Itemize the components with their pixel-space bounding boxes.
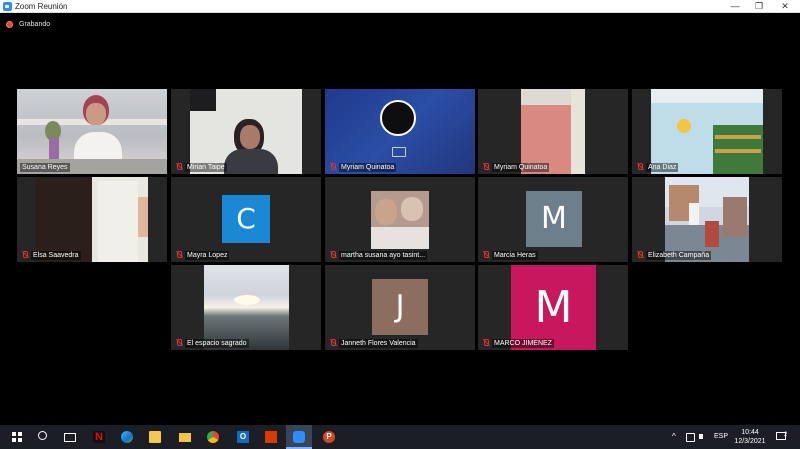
participant-video	[521, 89, 585, 174]
avatar: J	[372, 279, 428, 335]
task-view-icon	[64, 433, 76, 442]
participant-tile[interactable]: martha susana ayo tasint...	[325, 177, 475, 262]
participant-video	[665, 177, 749, 262]
clock-time: 10:44	[741, 429, 759, 436]
window-titlebar: Zoom Reunión — ❐ ✕	[0, 0, 800, 13]
clock-date: 12/3/2021	[734, 438, 766, 445]
recording-label: Grabando	[19, 21, 51, 28]
participant-tile[interactable]: Elsa Saavedra	[17, 177, 167, 262]
muted-mic-icon	[482, 163, 490, 171]
record-icon	[6, 21, 13, 28]
avatar: M	[511, 265, 596, 350]
participant-tile[interactable]: Susana Reyes	[17, 89, 167, 174]
taskbar-app-folder[interactable]	[172, 425, 198, 449]
participant-tile[interactable]: Elizabeth Campaña	[632, 177, 782, 262]
participant-name: Myriam Quinatoa	[492, 163, 550, 172]
close-button[interactable]: ✕	[772, 0, 798, 13]
participant-video	[204, 265, 289, 350]
participant-tile[interactable]: J Janneth Flores Valencia	[325, 265, 475, 350]
participant-name: Elsa Saavedra	[31, 251, 81, 260]
participant-name: El espacio sagrado	[185, 339, 249, 348]
network-icon[interactable]	[684, 425, 695, 449]
participant-name: Elizabeth Campaña	[646, 251, 712, 260]
muted-mic-icon	[329, 251, 337, 259]
maximize-button[interactable]: ❐	[746, 0, 772, 13]
taskbar-app-edge[interactable]	[114, 425, 140, 449]
task-view-button[interactable]	[56, 425, 82, 449]
start-button[interactable]	[4, 425, 30, 449]
participant-video	[651, 89, 763, 174]
chevron-up-icon[interactable]: ^	[672, 425, 676, 449]
taskbar-app-netflix[interactable]: N	[86, 425, 112, 449]
participant-name: Marcia Heras	[492, 251, 538, 260]
taskbar-app-chrome[interactable]	[200, 425, 226, 449]
notification-count: 2	[784, 432, 788, 438]
search-button[interactable]	[30, 425, 56, 449]
muted-mic-icon	[329, 339, 337, 347]
camera-off-icon	[392, 147, 406, 157]
participant-video	[325, 89, 475, 174]
outlook-icon: O	[237, 431, 249, 443]
chrome-icon	[207, 431, 219, 443]
taskbar-app-zoom[interactable]	[286, 425, 312, 449]
participant-name: Myriam Quinatoa	[339, 163, 397, 172]
muted-mic-icon	[329, 163, 337, 171]
participant-tile[interactable]: Myriam Quinatoa	[325, 89, 475, 174]
participant-name: martha susana ayo tasint...	[339, 251, 428, 260]
participant-name: MARCO JIMENEZ	[492, 339, 554, 348]
folder-icon	[179, 433, 191, 442]
taskbar: N O P ^ ESP 10:44 12/3/2021 2	[0, 425, 800, 449]
file-explorer-icon	[149, 431, 161, 443]
muted-mic-icon	[175, 339, 183, 347]
participant-tile[interactable]: M MARCO JIMENEZ	[478, 265, 628, 350]
participant-tile[interactable]: El espacio sagrado	[171, 265, 321, 350]
participant-name: Mayra Lopez	[185, 251, 230, 260]
volume-icon[interactable]	[698, 425, 708, 449]
avatar: C	[222, 195, 270, 243]
minimize-button[interactable]: —	[722, 0, 748, 13]
participant-tile[interactable]: Myriam Quinatoa	[478, 89, 628, 174]
netflix-icon: N	[93, 431, 105, 443]
participant-video	[36, 177, 148, 262]
participant-video	[17, 89, 167, 174]
clock[interactable]: 10:44 12/3/2021	[733, 425, 767, 449]
muted-mic-icon	[636, 251, 644, 259]
window-title: Zoom Reunión	[15, 2, 68, 11]
avatar: M	[526, 191, 582, 247]
participant-tile[interactable]: Mirian Taipe	[171, 89, 321, 174]
windows-start-icon	[12, 432, 22, 442]
participant-tile[interactable]: C Mayra Lopez	[171, 177, 321, 262]
participant-photo	[371, 191, 429, 249]
office-icon	[265, 431, 277, 443]
search-icon	[38, 431, 47, 440]
input-language[interactable]: ESP	[714, 425, 728, 449]
muted-mic-icon	[175, 251, 183, 259]
muted-mic-icon	[482, 339, 490, 347]
obs-logo-icon	[380, 100, 416, 136]
participant-name: Mirian Taipe	[185, 163, 227, 172]
participant-name: Janneth Flores Valencia	[339, 339, 418, 348]
participant-name: Ana Diaz	[646, 163, 679, 172]
muted-mic-icon	[482, 251, 490, 259]
zoom-icon	[293, 431, 305, 443]
participant-name: Susana Reyes	[20, 163, 70, 172]
notifications-button[interactable]: 2	[774, 425, 790, 449]
taskbar-app-office[interactable]	[258, 425, 284, 449]
powerpoint-icon: P	[323, 431, 335, 443]
taskbar-app-powerpoint[interactable]: P	[316, 425, 342, 449]
participant-tile[interactable]: M Marcia Heras	[478, 177, 628, 262]
participant-video	[190, 89, 302, 174]
edge-icon	[121, 431, 133, 443]
taskbar-app-explorer[interactable]	[142, 425, 168, 449]
participant-tile[interactable]: Ana Diaz	[632, 89, 782, 174]
zoom-app-icon	[3, 2, 12, 11]
muted-mic-icon	[175, 163, 183, 171]
muted-mic-icon	[21, 251, 29, 259]
muted-mic-icon	[636, 163, 644, 171]
taskbar-app-outlook[interactable]: O	[230, 425, 256, 449]
